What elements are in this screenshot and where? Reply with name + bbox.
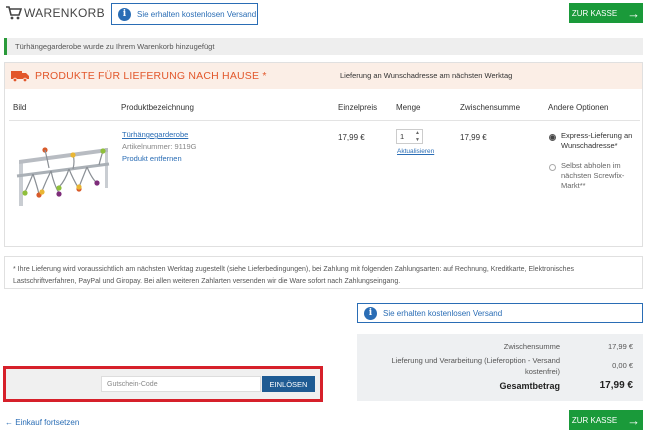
arrow-right-icon: → [627,5,641,21]
coupon-placeholder: Gutschein-Code [107,380,158,388]
delivery-info-text: * Ihre Lieferung wird voraussichtlich am… [4,256,643,289]
delivery-subtitle: Lieferung an Wunschadresse am nächsten W… [340,71,513,80]
remove-product-link[interactable]: Produkt entfernen [122,154,182,163]
option-express-label[interactable]: Express-Lieferung an Wunschadresse* [561,131,641,151]
summary-delivery-label: Lieferung und Verarbeitung (Lieferoption… [391,356,560,376]
checkout-button-top[interactable]: ZUR KASSE → [569,3,643,23]
article-number: Artikelnummer: 9119G [122,142,197,151]
delivery-panel-header: PRODUKTE FÜR LIEFERUNG NACH HAUSE * Lief… [5,63,642,89]
continue-label: Einkauf fortsetzen [15,418,80,427]
coupon-code-input[interactable]: Gutschein-Code [101,376,261,392]
item-subtotal: 17,99 € [460,133,487,142]
summary-delivery-value: 0,00 € [612,361,633,370]
page-title: WARENKORB [24,6,105,20]
product-name-link[interactable]: Türhängegarderobe [122,130,188,139]
checkout-label: ZUR KASSE [571,8,618,18]
info-icon: i [118,7,131,21]
stepper-arrows-icon[interactable]: ▲ ▼ [415,130,420,144]
radio-express-delivery[interactable] [549,134,556,141]
order-summary: Zwischensumme 17,99 € Lieferung und Vera… [357,334,643,401]
truck-icon [11,71,29,82]
free-shipping-text: Sie erhalten kostenlosen Versand [137,9,257,19]
continue-shopping-link[interactable]: ← Einkauf fortsetzen [5,418,79,427]
column-header-image: Bild [13,103,27,112]
added-to-cart-notice: Türhängegarderobe wurde zu Ihrem Warenko… [4,38,643,55]
free-shipping-banner-bottom: i Sie erhalten kostenlosen Versand [357,303,643,323]
summary-total-label: Gesamtbetrag [499,381,560,391]
column-header-subtotal: Zwischensumme [460,103,521,112]
summary-subtotal-label: Zwischensumme [503,342,560,351]
update-link[interactable]: Aktualisieren [397,148,434,155]
info-icon: i [364,306,377,320]
column-header-options: Andere Optionen [548,103,609,112]
free-shipping-banner: i Sie erhalten kostenlosen Versand [111,3,258,25]
column-header-name: Produktbezeichnung [121,103,194,112]
radio-store-pickup[interactable] [549,164,556,171]
notice-text: Türhängegarderobe wurde zu Ihrem Warenko… [15,42,215,51]
column-header-quantity: Menge [396,103,421,112]
option-pickup-label[interactable]: Selbst abholen im nächsten Screwfix-Mark… [561,161,641,191]
arrow-right-icon: → [627,412,641,428]
free-shipping-text-bottom: Sie erhalten kostenlosen Versand [383,308,503,318]
summary-subtotal-value: 17,99 € [607,342,633,351]
summary-total-value: 17,99 € [599,380,633,391]
redeem-label: EINLÖSEN [269,379,308,389]
product-image[interactable] [13,138,113,218]
column-header-unit-price: Einzelpreis [338,103,378,112]
divider [9,120,640,121]
quantity-stepper[interactable]: 1 ▲ ▼ [396,129,423,144]
redeem-coupon-button[interactable]: EINLÖSEN [262,376,315,392]
quantity-value: 1 [400,132,405,141]
unit-price: 17,99 € [338,133,365,142]
arrow-left-icon: ← [5,418,16,427]
checkout-button-bottom[interactable]: ZUR KASSE → [569,410,643,430]
delivery-title: PRODUKTE FÜR LIEFERUNG NACH HAUSE * [35,70,267,82]
checkout-label: ZUR KASSE [571,415,618,425]
cart-icon [6,6,22,20]
